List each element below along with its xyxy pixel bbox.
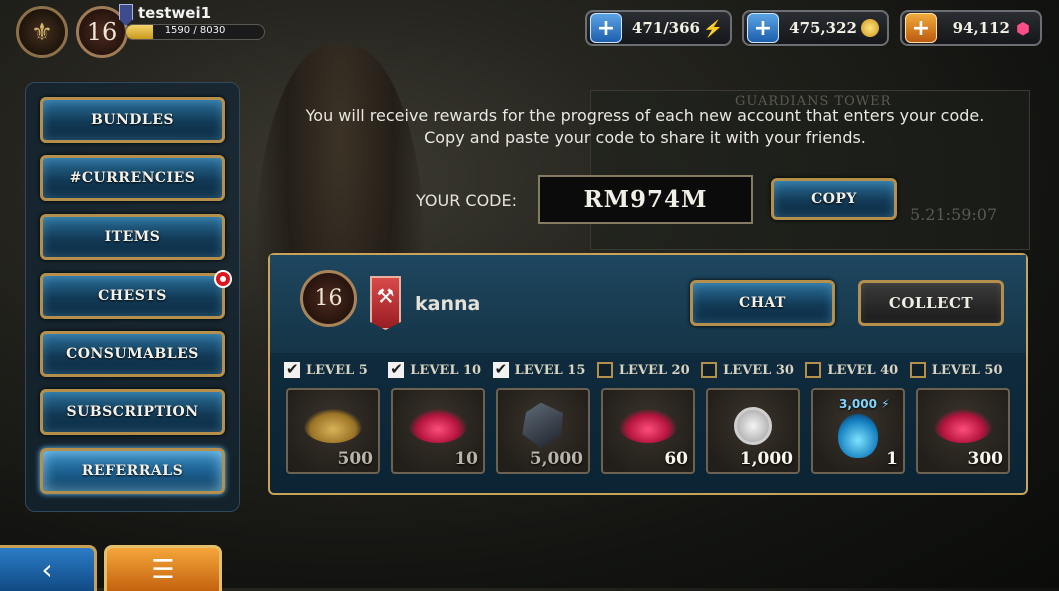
level-milestone-label: LEVEL 50 [931, 362, 1003, 378]
referral-code-field[interactable]: RM974M [538, 175, 753, 224]
reward-tile[interactable]: 1,000 [706, 388, 800, 474]
friend-name: kanna [415, 293, 481, 315]
add-energy-button[interactable]: + [590, 13, 622, 43]
level-milestone: LEVEL 5 [284, 358, 388, 382]
energy-value: 471/366 [631, 19, 700, 37]
level-milestone-label: LEVEL 30 [723, 362, 794, 378]
checkbox-checked [284, 360, 300, 378]
chests-notification-dot [214, 270, 232, 288]
energy-bolt-icon: ⚡ [881, 397, 890, 411]
energy-currency: + 471/366 ⚡ [585, 10, 732, 46]
add-gold-button[interactable]: + [747, 13, 779, 43]
referral-info-line-2: Copy and paste your code to share it wit… [424, 128, 866, 147]
energy-potion-icon [838, 413, 878, 458]
reward-tiles-row: 500 10 5,000 60 1,000 3,000 ⚡ 1 300 [286, 388, 1010, 474]
back-button[interactable]: ‹ [0, 545, 97, 591]
gold-coin-icon [861, 19, 879, 37]
hamburger-menu-icon: ☰ [151, 554, 175, 585]
menu-items-button[interactable]: ITEMS [40, 214, 225, 260]
reward-quantity: 10 [454, 449, 478, 469]
reward-quantity: 500 [337, 449, 374, 469]
player-username: testwei1 [138, 4, 212, 22]
your-code-label: YOUR CODE: [416, 191, 517, 210]
chevron-left-icon: ‹ [41, 553, 53, 586]
menu-consumables-button[interactable]: CONSUMABLES [40, 331, 225, 377]
referral-info-line-1: You will receive rewards for the progres… [305, 106, 985, 125]
add-gems-button[interactable]: + [905, 13, 937, 43]
main-menu-button[interactable]: ☰ [104, 545, 222, 591]
reward-tile[interactable]: 500 [286, 388, 380, 474]
ruby-gem-icon: ⬢ [1016, 18, 1030, 38]
guild-emblem-icon[interactable]: ⚜ [16, 6, 68, 58]
potion-energy-amount: 3,000 ⚡ [839, 397, 890, 411]
gold-value: 475,322 [789, 19, 857, 37]
reward-tile[interactable]: 3,000 ⚡ 1 [811, 388, 905, 474]
reward-tile[interactable]: 10 [391, 388, 485, 474]
level-milestone: LEVEL 30 [701, 358, 805, 382]
level-milestone: LEVEL 15 [492, 358, 597, 382]
reward-quantity: 60 [664, 449, 688, 469]
xp-progress-text: 1590 / 8030 [164, 25, 226, 36]
level-milestone-label: LEVEL 10 [410, 362, 482, 378]
checkbox-checked [492, 360, 509, 378]
gold-pile-icon [304, 409, 362, 444]
energy-bolt-icon: ⚡ [703, 18, 723, 38]
level-milestone: LEVEL 20 [596, 358, 701, 382]
level-milestone-label: LEVEL 5 [306, 362, 368, 378]
checkbox-unchecked [909, 362, 926, 378]
level-milestone-label: LEVEL 40 [827, 362, 899, 378]
menu-currencies-button[interactable]: #CURRENCIES [40, 155, 225, 201]
level-milestone: LEVEL 10 [388, 358, 492, 382]
potion-energy-value: 3,000 [839, 397, 877, 411]
checkbox-unchecked [701, 362, 718, 378]
reward-quantity: 1,000 [739, 449, 793, 469]
level-milestone-label: LEVEL 20 [618, 362, 690, 378]
reward-quantity: 300 [967, 449, 1004, 469]
reward-tile[interactable]: 300 [916, 388, 1010, 474]
hammer-banner-icon: ⚒ [370, 276, 401, 330]
checkbox-checked [388, 360, 405, 378]
checkbox-unchecked [805, 362, 822, 378]
level-milestone: LEVEL 50 [909, 358, 1014, 382]
gold-currency: + 475,322 [742, 10, 889, 46]
background-tower-timer: 5.21:59:07 [910, 205, 998, 224]
reward-quantity: 5,000 [529, 449, 583, 469]
level-milestones-row: LEVEL 5 LEVEL 10 LEVEL 15 LEVEL 20 LEVEL… [284, 358, 1014, 382]
gem-currency: + 94,112 ⬢ [900, 10, 1042, 46]
chat-button[interactable]: CHAT [690, 280, 835, 326]
friend-level-badge: 16 [300, 270, 357, 327]
level-milestone: LEVEL 40 [805, 358, 909, 382]
collect-button[interactable]: COLLECT [858, 280, 1004, 326]
menu-chests-button[interactable]: CHESTS [40, 273, 225, 319]
copy-code-button[interactable]: COPY [771, 178, 897, 220]
dark-stone-icon [518, 400, 568, 453]
reward-tile[interactable]: 60 [601, 388, 695, 474]
menu-bundles-button[interactable]: BUNDLES [40, 97, 225, 143]
level-milestone-label: LEVEL 15 [514, 362, 586, 378]
silver-medal-icon [734, 407, 772, 446]
ruby-pile-icon [409, 409, 467, 444]
menu-subscription-button[interactable]: SUBSCRIPTION [40, 389, 225, 435]
ruby-pile-icon [619, 409, 677, 444]
reward-tile[interactable]: 5,000 [496, 388, 590, 474]
reward-quantity: 1 [886, 449, 898, 469]
ruby-pile-icon [934, 409, 992, 444]
menu-referrals-button[interactable]: REFERRALS [40, 448, 225, 494]
gem-value: 94,112 [952, 19, 1010, 37]
checkbox-unchecked [596, 362, 613, 378]
